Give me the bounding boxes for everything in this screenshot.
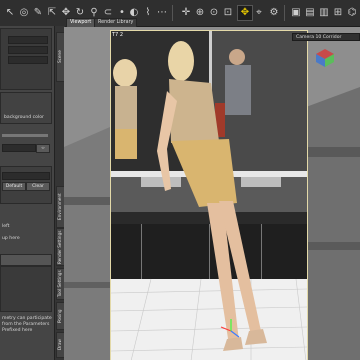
viewport[interactable]: Camera 10 Corridor T7 2: [64, 27, 360, 360]
tab-viewport[interactable]: Viewport: [66, 18, 96, 27]
up-label: up here: [2, 236, 20, 241]
pane-field[interactable]: [8, 56, 48, 64]
toolbar-separator: [172, 5, 173, 21]
pane-field[interactable]: [2, 144, 36, 152]
orbit-icon[interactable]: ⊕: [194, 7, 206, 19]
ortho-icon[interactable]: ▥: [318, 7, 330, 19]
pane-section: [0, 266, 52, 312]
node-select-icon[interactable]: ⇱: [46, 7, 58, 19]
select-icon[interactable]: ◎: [18, 7, 30, 19]
pane-field[interactable]: [8, 36, 48, 44]
cursor-icon[interactable]: ↖: [4, 7, 16, 19]
main-toolbar: ↖ ◎ ✎ ⇱ ✥ ↻ ⚲ ⊂ • ◐ ⌇ ⋯ ✛ ⊕ ⊙ ⊡ ✥ ⌖ ⚙ ▣ …: [0, 0, 360, 27]
note-line-1: metry can participate: [2, 316, 52, 321]
render-icon[interactable]: ⚙: [268, 7, 280, 19]
cube-icon[interactable]: ▣: [290, 7, 302, 19]
pane-field[interactable]: [2, 172, 50, 180]
left-pane: background color ‹› Default Clear left u…: [0, 26, 54, 360]
spin-button[interactable]: ‹›: [36, 144, 50, 153]
tab-render-library[interactable]: Render Library: [94, 18, 138, 27]
pane-field[interactable]: [8, 46, 48, 54]
grid-icon[interactable]: ⊞: [332, 7, 344, 19]
focus-icon[interactable]: ⊙: [208, 7, 220, 19]
scene-frame[interactable]: [110, 30, 308, 360]
camera-selector[interactable]: Camera 10 Corridor: [292, 33, 360, 41]
background-color-label: background color: [4, 115, 44, 120]
note-line-3: Prefixed here: [2, 328, 33, 333]
viewport-label: T7 2: [112, 32, 124, 38]
note-line-2: from the Parameters: [2, 322, 50, 327]
default-button[interactable]: Default: [2, 182, 26, 191]
view-cube-icon[interactable]: [314, 47, 336, 69]
zoom-icon[interactable]: ✥: [237, 5, 253, 21]
aspect-icon[interactable]: ▤: [304, 7, 316, 19]
frame-icon[interactable]: ⊡: [222, 7, 234, 19]
left-label: left: [2, 224, 10, 229]
toolbar-separator: [284, 5, 285, 21]
lights-icon[interactable]: ⌬: [346, 7, 358, 19]
brush-icon[interactable]: ✎: [32, 7, 44, 19]
move-icon[interactable]: ✛: [180, 7, 192, 19]
viewport-tabs: Viewport Render Library: [64, 18, 164, 27]
camera-icon[interactable]: ⌖: [253, 7, 265, 19]
pane-section: [0, 254, 52, 266]
pane-slider[interactable]: [2, 134, 48, 137]
clear-button[interactable]: Clear: [26, 182, 50, 191]
scene-render: [111, 31, 307, 360]
